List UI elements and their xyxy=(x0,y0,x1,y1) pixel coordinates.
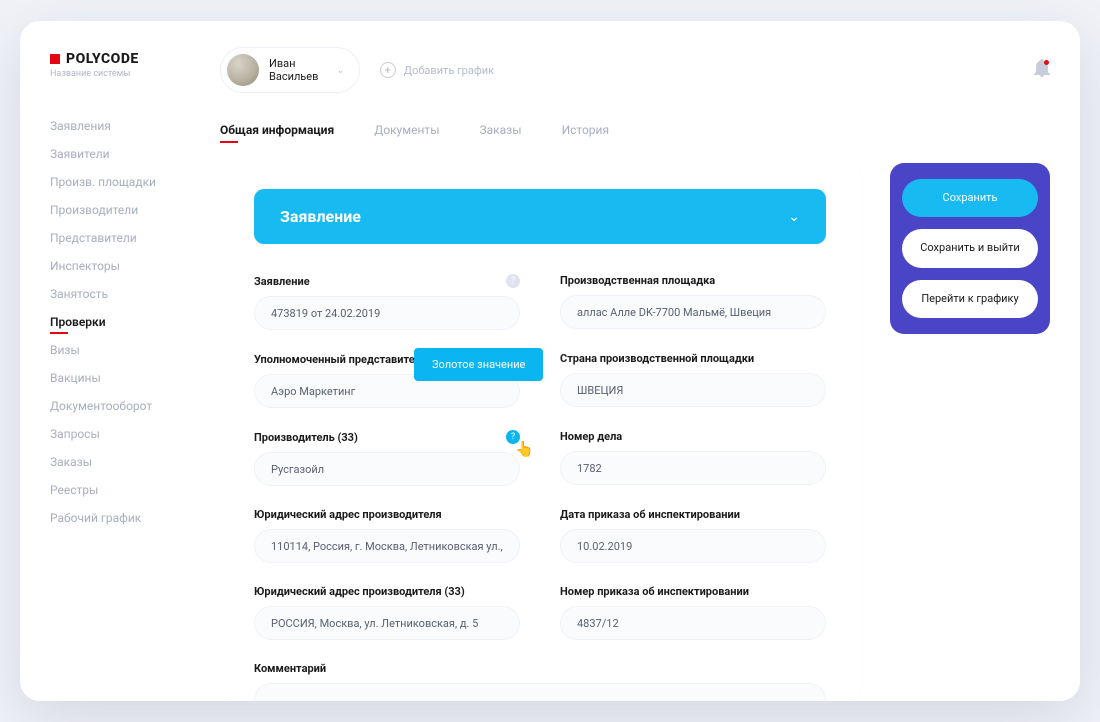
field-site: Производственная площадка аллас Алле DK-… xyxy=(560,274,826,330)
user-chip[interactable]: Иван Васильев ⌄ xyxy=(220,47,360,93)
chevron-down-icon: ⌄ xyxy=(788,209,800,225)
form-grid: Заявление ? 473819 от 24.02.2019 Произво… xyxy=(254,274,826,701)
sidebar-item-8[interactable]: Визы xyxy=(50,343,220,357)
field-order-number: Номер приказа об инспектировании 4837/12 xyxy=(560,585,826,640)
case-number-input[interactable]: 1782 xyxy=(560,451,826,485)
form-panel: Заявление ⌄ Заявление ? 473819 от 24.02.… xyxy=(220,163,860,701)
sidebar-item-10[interactable]: Документооборот xyxy=(50,399,220,413)
avatar xyxy=(227,54,259,86)
field-comment: Комментарий xyxy=(254,662,826,701)
save-button[interactable]: Сохранить xyxy=(902,179,1038,217)
user-last-name: Васильев xyxy=(269,70,318,83)
sidebar-item-9[interactable]: Вакцины xyxy=(50,371,220,385)
legal-address-input[interactable]: 110114, Россия, г. Москва, Летниковская … xyxy=(254,529,520,563)
field-case-number: Номер дела 1782 xyxy=(560,430,826,486)
field-legal-address-33: Юридический адрес производителя (33) РОС… xyxy=(254,585,520,640)
go-schedule-button[interactable]: Перейти к графику xyxy=(902,280,1038,318)
field-legal-address: Юридический адрес производителя 110114, … xyxy=(254,508,520,563)
field-order-date: Дата приказа об инспектировании 10.02.20… xyxy=(560,508,826,563)
sidebar-item-4[interactable]: Представители xyxy=(50,231,220,245)
logo-text: POLYCODE xyxy=(66,51,139,67)
order-date-input[interactable]: 10.02.2019 xyxy=(560,529,826,563)
panel-header[interactable]: Заявление ⌄ xyxy=(254,189,826,244)
main-area: Иван Васильев ⌄ + Добавить график Общая … xyxy=(220,21,1080,701)
cursor-icon: 👆 xyxy=(515,440,534,458)
field-manufacturer: Производитель (33) ? 👆 Русгазойл xyxy=(254,430,520,486)
panel-title: Заявление xyxy=(280,207,361,226)
field-label: Заявление xyxy=(254,275,310,288)
content-row: Заявление ⌄ Заявление ? 473819 от 24.02.… xyxy=(220,163,1050,701)
field-representative: Уполномоченный представитель (33) ? Аэро… xyxy=(254,352,520,408)
topbar: Иван Васильев ⌄ + Добавить график xyxy=(220,47,1050,93)
tab-3[interactable]: История xyxy=(562,123,609,143)
field-label: Производственная площадка xyxy=(560,274,826,287)
sidebar-item-13[interactable]: Реестры xyxy=(50,483,220,497)
sidebar-nav: Заявления Заявители Произв. площадки Произв… xyxy=(50,119,220,525)
comment-input[interactable] xyxy=(254,683,826,701)
field-label: Страна производственной площадки xyxy=(560,352,826,365)
order-number-input[interactable]: 4837/12 xyxy=(560,606,826,640)
field-application: Заявление ? 473819 от 24.02.2019 xyxy=(254,274,520,330)
tab-0[interactable]: Общая информация xyxy=(220,123,334,143)
save-exit-button[interactable]: Сохранить и выйти xyxy=(902,229,1038,267)
sidebar-item-0[interactable]: Заявления xyxy=(50,119,220,133)
add-schedule-button[interactable]: + Добавить график xyxy=(380,62,494,78)
field-label: Комментарий xyxy=(254,662,826,675)
site-input[interactable]: аллас Алле DK-7700 Мальмё, Швеция xyxy=(560,295,826,329)
tooltip: Золотое значение xyxy=(414,348,543,381)
field-label: Юридический адрес производителя (33) xyxy=(254,585,520,598)
application-input[interactable]: 473819 от 24.02.2019 xyxy=(254,296,520,330)
country-input[interactable]: ШВЕЦИЯ xyxy=(560,373,826,407)
sidebar-item-5[interactable]: Инспекторы xyxy=(50,259,220,273)
sidebar-item-11[interactable]: Запросы xyxy=(50,427,220,441)
action-panel: Сохранить Сохранить и выйти Перейти к гр… xyxy=(890,163,1050,334)
sidebar-item-6[interactable]: Занятость xyxy=(50,287,220,301)
manufacturer-input[interactable]: Русгазойл xyxy=(254,452,520,486)
sidebar-item-2[interactable]: Произв. площадки xyxy=(50,175,220,189)
help-icon[interactable]: ? xyxy=(506,274,520,288)
logo: POLYCODE xyxy=(50,51,220,67)
field-label: Юридический адрес производителя xyxy=(254,508,520,521)
sidebar-item-7[interactable]: Проверки xyxy=(50,315,220,329)
sidebar-item-1[interactable]: Заявители xyxy=(50,147,220,161)
field-label: Номер приказа об инспектировании xyxy=(560,585,826,598)
plus-icon: + xyxy=(380,62,396,78)
field-label: Производитель (33) xyxy=(254,431,358,444)
chevron-down-icon: ⌄ xyxy=(336,65,344,76)
sidebar: POLYCODE Название системы Заявления Заяви… xyxy=(20,21,220,701)
logo-subtitle: Название системы xyxy=(50,69,220,79)
tab-1[interactable]: Документы xyxy=(374,123,439,143)
legal-address-33-input[interactable]: РОССИЯ, Москва, ул. Летниковская, д. 5 xyxy=(254,606,520,640)
notification-bell[interactable] xyxy=(1034,59,1050,81)
user-first-name: Иван xyxy=(269,57,318,70)
field-label: Номер дела xyxy=(560,430,826,443)
tab-2[interactable]: Заказы xyxy=(480,123,522,143)
add-schedule-label: Добавить график xyxy=(404,64,494,77)
tabs: Общая информация Документы Заказы История xyxy=(220,123,1050,143)
user-name: Иван Васильев xyxy=(269,57,318,83)
notification-dot-icon xyxy=(1044,60,1049,65)
app-window: POLYCODE Название системы Заявления Заяви… xyxy=(20,21,1080,701)
sidebar-item-3[interactable]: Производители xyxy=(50,203,220,217)
field-country: Страна производственной площадки ШВЕЦИЯ xyxy=(560,352,826,408)
field-label: Дата приказа об инспектировании xyxy=(560,508,826,521)
sidebar-item-12[interactable]: Заказы xyxy=(50,455,220,469)
logo-mark-icon xyxy=(50,54,60,64)
sidebar-item-14[interactable]: Рабочий график xyxy=(50,511,220,525)
